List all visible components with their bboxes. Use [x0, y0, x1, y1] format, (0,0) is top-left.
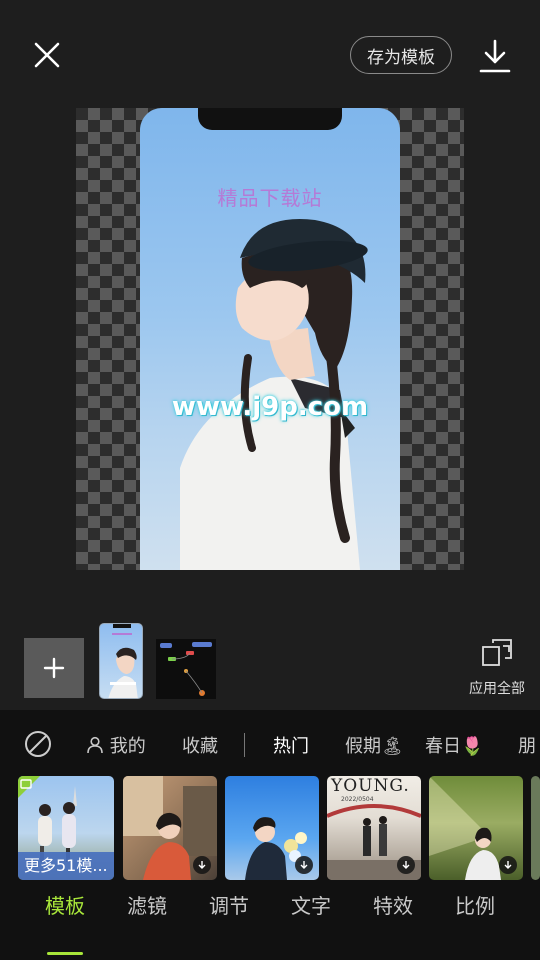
preview-canvas[interactable]: 精品下载站 www.j9p.com [76, 108, 464, 570]
template-thumb-2[interactable] [123, 776, 217, 880]
tab-mine[interactable]: 我的 [86, 732, 146, 758]
more-templates-label: 更多51模... [18, 852, 114, 880]
watermark-url: www.j9p.com [171, 392, 369, 422]
watermark-text: 精品下载站 [217, 186, 323, 210]
download-badge-icon [499, 856, 517, 874]
nav-template[interactable]: 模板 [45, 890, 85, 919]
download-icon[interactable] [478, 38, 512, 74]
clip-thumbnail-2[interactable] [156, 639, 216, 699]
preview-phone-frame: 精品下载站 www.j9p.com [140, 108, 400, 570]
top-bar: 存为模板 [0, 0, 540, 108]
tab-favorites[interactable]: 收藏 [182, 732, 218, 758]
template-panel: 我的 收藏 热门 假期🏝 春日🌷 朋 更多51模... YOUNG. 2022/… [0, 710, 540, 960]
tab-holiday[interactable]: 假期🏝 [345, 732, 404, 758]
portrait-image [180, 219, 368, 570]
template-thumb-5[interactable] [429, 776, 523, 880]
apply-all-button[interactable]: 应用全部 [464, 638, 530, 698]
nav-text[interactable]: 文字 [291, 890, 331, 919]
tab-hot[interactable]: 热门 [273, 732, 309, 758]
young-title: YOUNG. [331, 776, 410, 796]
plus-icon [43, 657, 65, 679]
nav-adjust[interactable]: 调节 [209, 890, 249, 919]
template-category-tabs: 我的 收藏 热门 假期🏝 春日🌷 朋 [0, 724, 540, 764]
download-badge-icon [193, 856, 211, 874]
add-clip-button[interactable] [24, 638, 84, 698]
apply-all-label: 应用全部 [469, 681, 525, 697]
template-thumb-4[interactable]: YOUNG. 2022/0504 [327, 776, 421, 880]
young-date: 2022/0504 [341, 796, 374, 803]
clip-thumbnail-1[interactable] [99, 623, 143, 699]
nav-filter[interactable]: 滤镜 [127, 890, 167, 919]
user-icon [87, 736, 103, 754]
phone-notch [198, 108, 342, 130]
template-thumbnails: 更多51模... YOUNG. 2022/0504 [0, 776, 540, 882]
apply-all-icon [482, 639, 512, 666]
no-filter-icon[interactable] [24, 730, 52, 758]
active-tab-indicator [47, 952, 83, 955]
tab-more[interactable]: 朋 [518, 732, 536, 758]
download-badge-icon [397, 856, 415, 874]
clip-timeline: 应用全部 [0, 620, 540, 710]
tab-spring[interactable]: 春日🌷 [425, 732, 483, 758]
tab-divider [244, 733, 245, 757]
template-thumb-6[interactable] [531, 776, 540, 880]
template-thumb-more[interactable]: 更多51模... [18, 776, 114, 880]
bottom-navigation: 模板 滤镜 调节 文字 特效 比例 [0, 890, 540, 960]
download-badge-icon [295, 856, 313, 874]
nav-effects[interactable]: 特效 [373, 890, 413, 919]
close-icon[interactable] [32, 40, 62, 70]
nav-ratio[interactable]: 比例 [455, 890, 495, 919]
tab-mine-label: 我的 [109, 736, 146, 757]
template-thumb-3[interactable] [225, 776, 319, 880]
save-as-template-button[interactable]: 存为模板 [350, 36, 452, 74]
